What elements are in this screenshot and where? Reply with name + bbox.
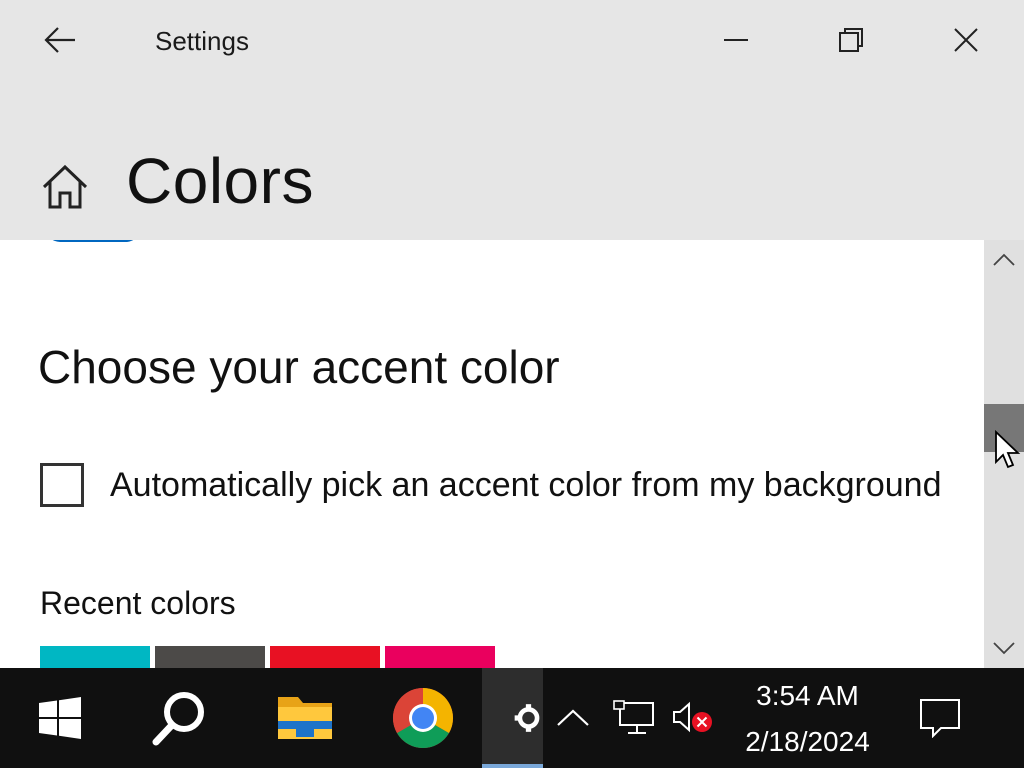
clock[interactable]: 3:54 AM 2/18/2024: [740, 668, 875, 768]
scroll-up-button[interactable]: [984, 240, 1024, 280]
section-title: Choose your accent color: [38, 341, 560, 393]
home-icon: [42, 164, 88, 209]
search-icon: [152, 692, 204, 746]
home-button[interactable]: [38, 160, 92, 214]
action-center-icon: [920, 699, 960, 738]
close-button[interactable]: [936, 14, 996, 66]
active-indicator: [482, 764, 543, 768]
chevron-down-icon: [993, 642, 1015, 655]
network-button[interactable]: [606, 668, 661, 768]
network-icon: [612, 700, 654, 734]
chevron-up-icon: [993, 253, 1015, 266]
restore-button[interactable]: [821, 14, 881, 66]
chrome-icon: [392, 688, 453, 749]
settings-content: Choose your accent color Automatically p…: [0, 240, 984, 668]
page-header: Colors: [0, 82, 1024, 240]
minimize-icon: [724, 39, 748, 41]
file-explorer-icon: [278, 697, 332, 739]
app-title: Settings: [155, 26, 249, 56]
volume-muted-icon: [672, 701, 712, 733]
recent-color-swatch[interactable]: [155, 646, 265, 668]
restore-icon: [839, 28, 863, 52]
title-bar: Settings: [0, 0, 1024, 82]
close-icon: [954, 28, 978, 52]
recent-color-swatch[interactable]: [40, 646, 150, 668]
windows-logo-icon: [39, 697, 81, 739]
settings-icon: [514, 704, 540, 732]
recent-colors-label: Recent colors: [40, 585, 236, 621]
start-button[interactable]: [10, 668, 110, 768]
minimize-button[interactable]: [706, 14, 766, 66]
toggle-switch[interactable]: [46, 240, 140, 242]
page-title: Colors: [126, 145, 314, 217]
clock-date: 2/18/2024: [745, 726, 870, 757]
taskbar: 3:54 AM 2/18/2024: [0, 668, 1024, 768]
volume-button[interactable]: [665, 668, 720, 768]
settings-taskbar-button[interactable]: [482, 668, 543, 768]
back-arrow-icon: [44, 27, 75, 53]
auto-pick-accent-label[interactable]: Automatically pick an accent color from …: [110, 466, 941, 505]
scroll-down-button[interactable]: [984, 628, 1024, 668]
chrome-button[interactable]: [365, 668, 480, 768]
search-button[interactable]: [125, 668, 235, 768]
clock-time: 3:54 AM: [756, 680, 859, 711]
chevron-up-icon: [556, 709, 589, 726]
mouse-cursor-icon: [995, 430, 1021, 469]
auto-pick-accent-checkbox[interactable]: [40, 463, 84, 507]
recent-color-swatch[interactable]: [385, 646, 495, 668]
show-hidden-icons-button[interactable]: [550, 668, 595, 768]
recent-color-swatch[interactable]: [270, 646, 380, 668]
action-center-button[interactable]: [905, 668, 975, 768]
back-button[interactable]: [30, 18, 90, 62]
file-explorer-button[interactable]: [250, 668, 360, 768]
